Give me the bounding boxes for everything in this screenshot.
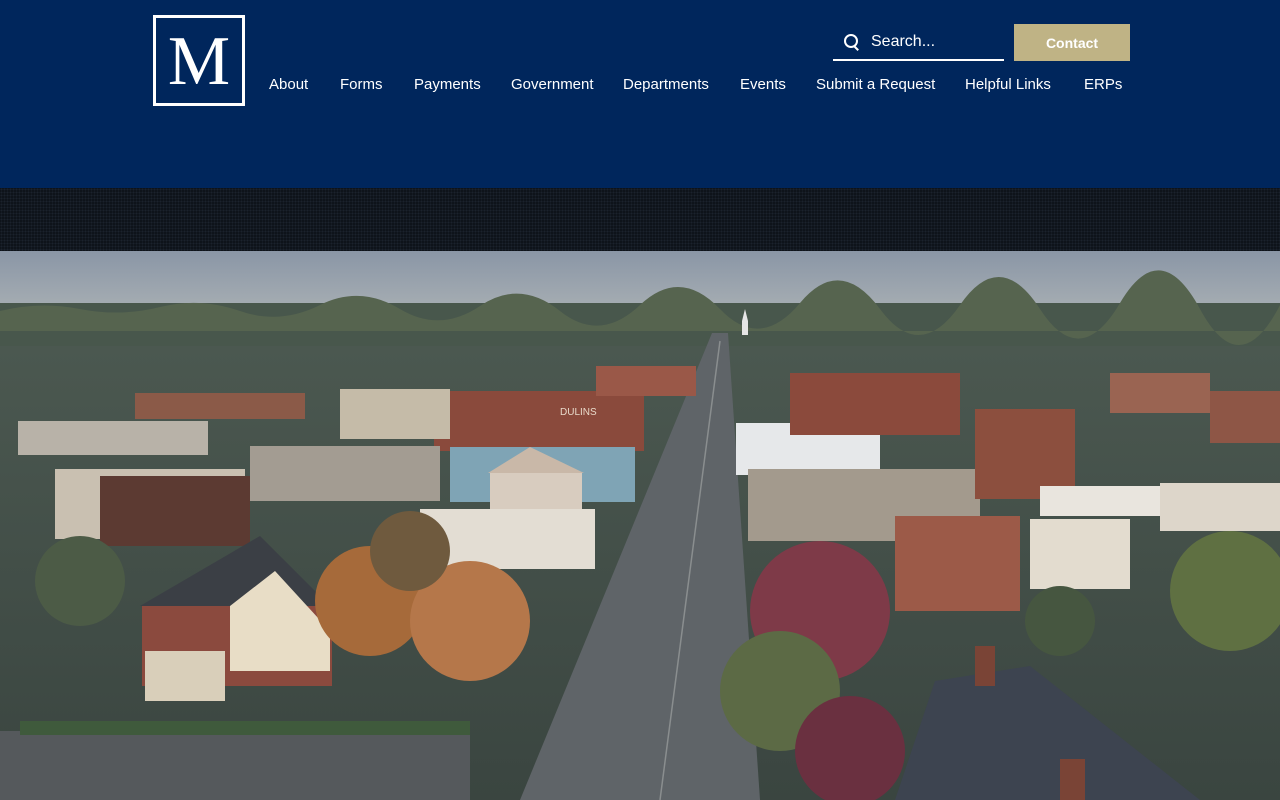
contact-button[interactable]: Contact — [1014, 24, 1130, 61]
site-header: M Contact About Forms Payments Governmen… — [0, 0, 1280, 188]
nav-item-payments[interactable]: Payments — [414, 74, 481, 96]
nav-item-submit-request[interactable]: Submit a Request — [816, 74, 935, 96]
main-nav: About Forms Payments Government Departme… — [0, 74, 1280, 96]
nav-item-erps[interactable]: ERPs — [1084, 74, 1122, 96]
search-icon[interactable] — [844, 33, 860, 50]
hero-image: DULINS — [0, 251, 1280, 800]
nav-item-forms[interactable]: Forms — [340, 74, 383, 96]
search-bar[interactable] — [833, 24, 1004, 61]
building-sign: DULINS — [560, 407, 597, 418]
aerial-town-photo: DULINS — [0, 251, 1280, 800]
nav-item-helpful-links[interactable]: Helpful Links — [965, 74, 1051, 96]
nav-item-about[interactable]: About — [269, 74, 308, 96]
nav-item-departments[interactable]: Departments — [623, 74, 709, 96]
nav-item-events[interactable]: Events — [740, 74, 786, 96]
search-input[interactable] — [871, 32, 996, 51]
nav-item-government[interactable]: Government — [511, 74, 594, 96]
dark-textured-band — [0, 188, 1280, 251]
